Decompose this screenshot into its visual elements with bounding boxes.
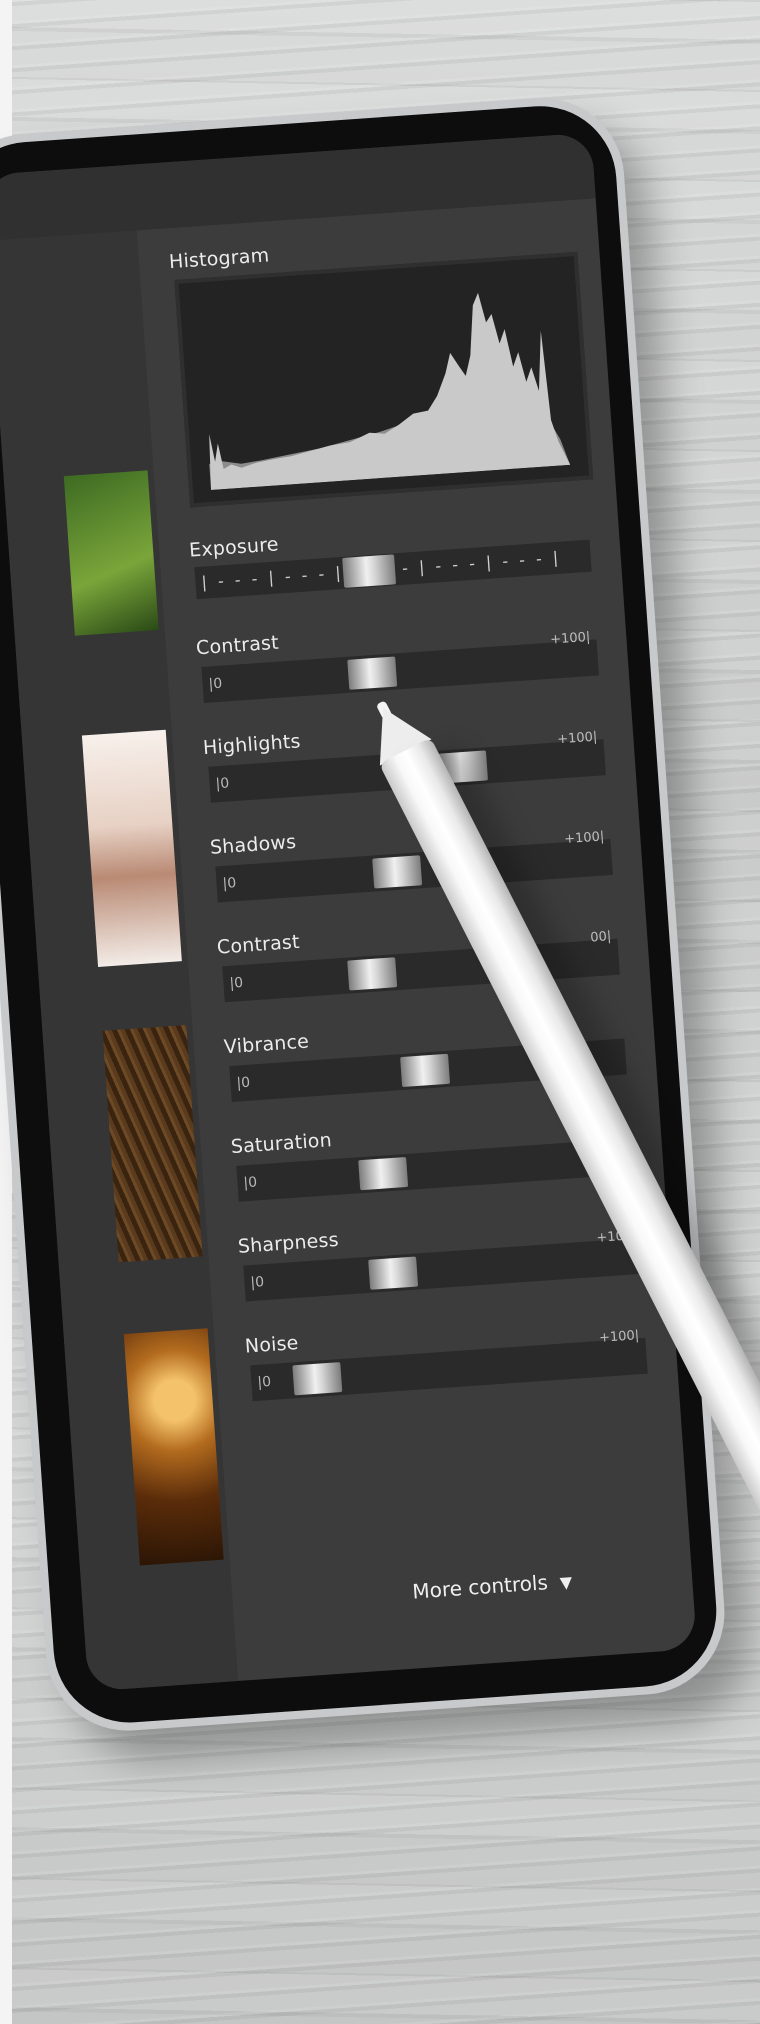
histogram-title: Histogram	[168, 244, 270, 274]
max-value: +100|	[556, 729, 598, 748]
photo-editor-screen: Histogram Exposure | - - - | - - - | - -…	[0, 132, 698, 1692]
sharpness-control: Sharpness |0 +100	[237, 1207, 652, 1319]
control-label: Contrast	[216, 930, 301, 959]
min-value: |0	[215, 775, 230, 793]
slider-handle[interactable]	[292, 1362, 343, 1396]
adjustments-panel: Histogram Exposure | - - - | - - - | - -…	[167, 200, 677, 1679]
caret-down-icon: ▼	[559, 1572, 573, 1593]
min-value: |0	[242, 1174, 258, 1192]
histogram-light-area	[209, 292, 571, 490]
slider-handle[interactable]	[358, 1156, 409, 1191]
slider-handle[interactable]	[368, 1256, 419, 1290]
max-value: +100|	[563, 829, 605, 848]
photo-thumbnail-portrait[interactable]	[81, 729, 182, 967]
min-value: |0	[208, 675, 223, 693]
control-label: Sharpness	[237, 1228, 340, 1258]
min-value: |0	[222, 875, 237, 893]
slider-handle[interactable]	[400, 1053, 451, 1088]
min-value: |0	[235, 1074, 251, 1092]
max-value: 00|	[589, 929, 612, 946]
tablet-device: Histogram Exposure | - - - | - - - | - -…	[0, 92, 730, 1737]
control-label: Noise	[244, 1331, 300, 1358]
slider-handle[interactable]	[372, 855, 423, 889]
slider-handle[interactable]	[347, 957, 398, 991]
max-value: +100|	[549, 629, 591, 648]
histogram-chart	[174, 251, 594, 508]
photo-thumbnail-bark[interactable]	[102, 1024, 203, 1263]
control-label: Vibrance	[223, 1030, 310, 1059]
min-value: |0	[229, 974, 244, 992]
slider-handle[interactable]	[347, 656, 398, 690]
control-label: Saturation	[230, 1129, 333, 1159]
min-value: |0	[249, 1274, 265, 1292]
more-controls-button[interactable]: More controls ▼	[412, 1568, 573, 1603]
control-label: Highlights	[202, 730, 302, 760]
control-label: Contrast	[195, 631, 280, 660]
photo-thumbnail-green[interactable]	[63, 470, 159, 636]
control-label: Shadows	[209, 830, 297, 859]
photo-thumbnail-sunset[interactable]	[123, 1328, 224, 1566]
more-controls-label: More controls	[411, 1570, 549, 1604]
exposure-handle[interactable]	[342, 554, 397, 588]
noise-control: Noise |0 +100|	[244, 1307, 659, 1419]
min-value: |0	[256, 1373, 272, 1391]
max-value: +100|	[598, 1328, 640, 1346]
histogram-graph	[209, 292, 571, 490]
noise-slider[interactable]: |0 +100|	[250, 1328, 648, 1402]
exposure-label: Exposure	[188, 533, 280, 562]
